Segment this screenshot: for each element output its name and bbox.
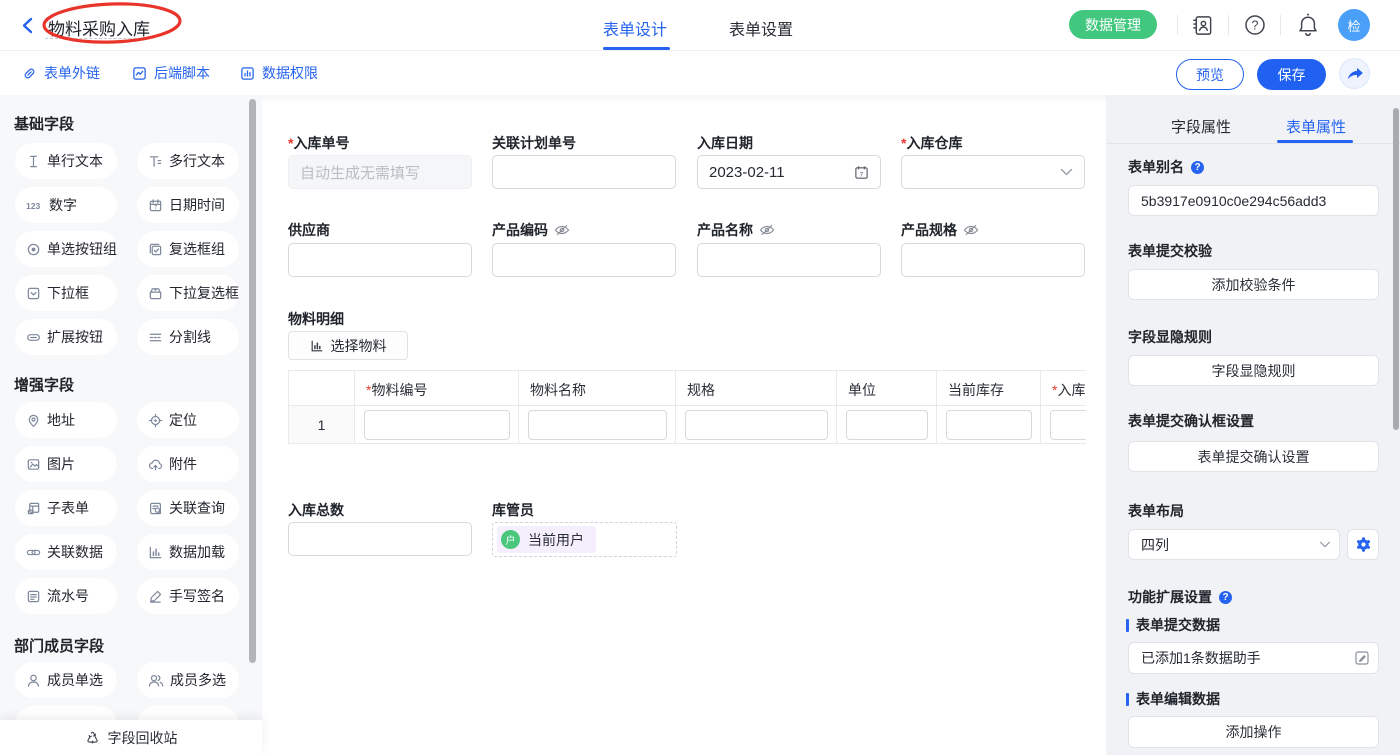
svg-text:7: 7 — [860, 171, 864, 178]
svg-text:123: 123 — [26, 201, 40, 211]
svg-text:?: ? — [1252, 18, 1259, 32]
